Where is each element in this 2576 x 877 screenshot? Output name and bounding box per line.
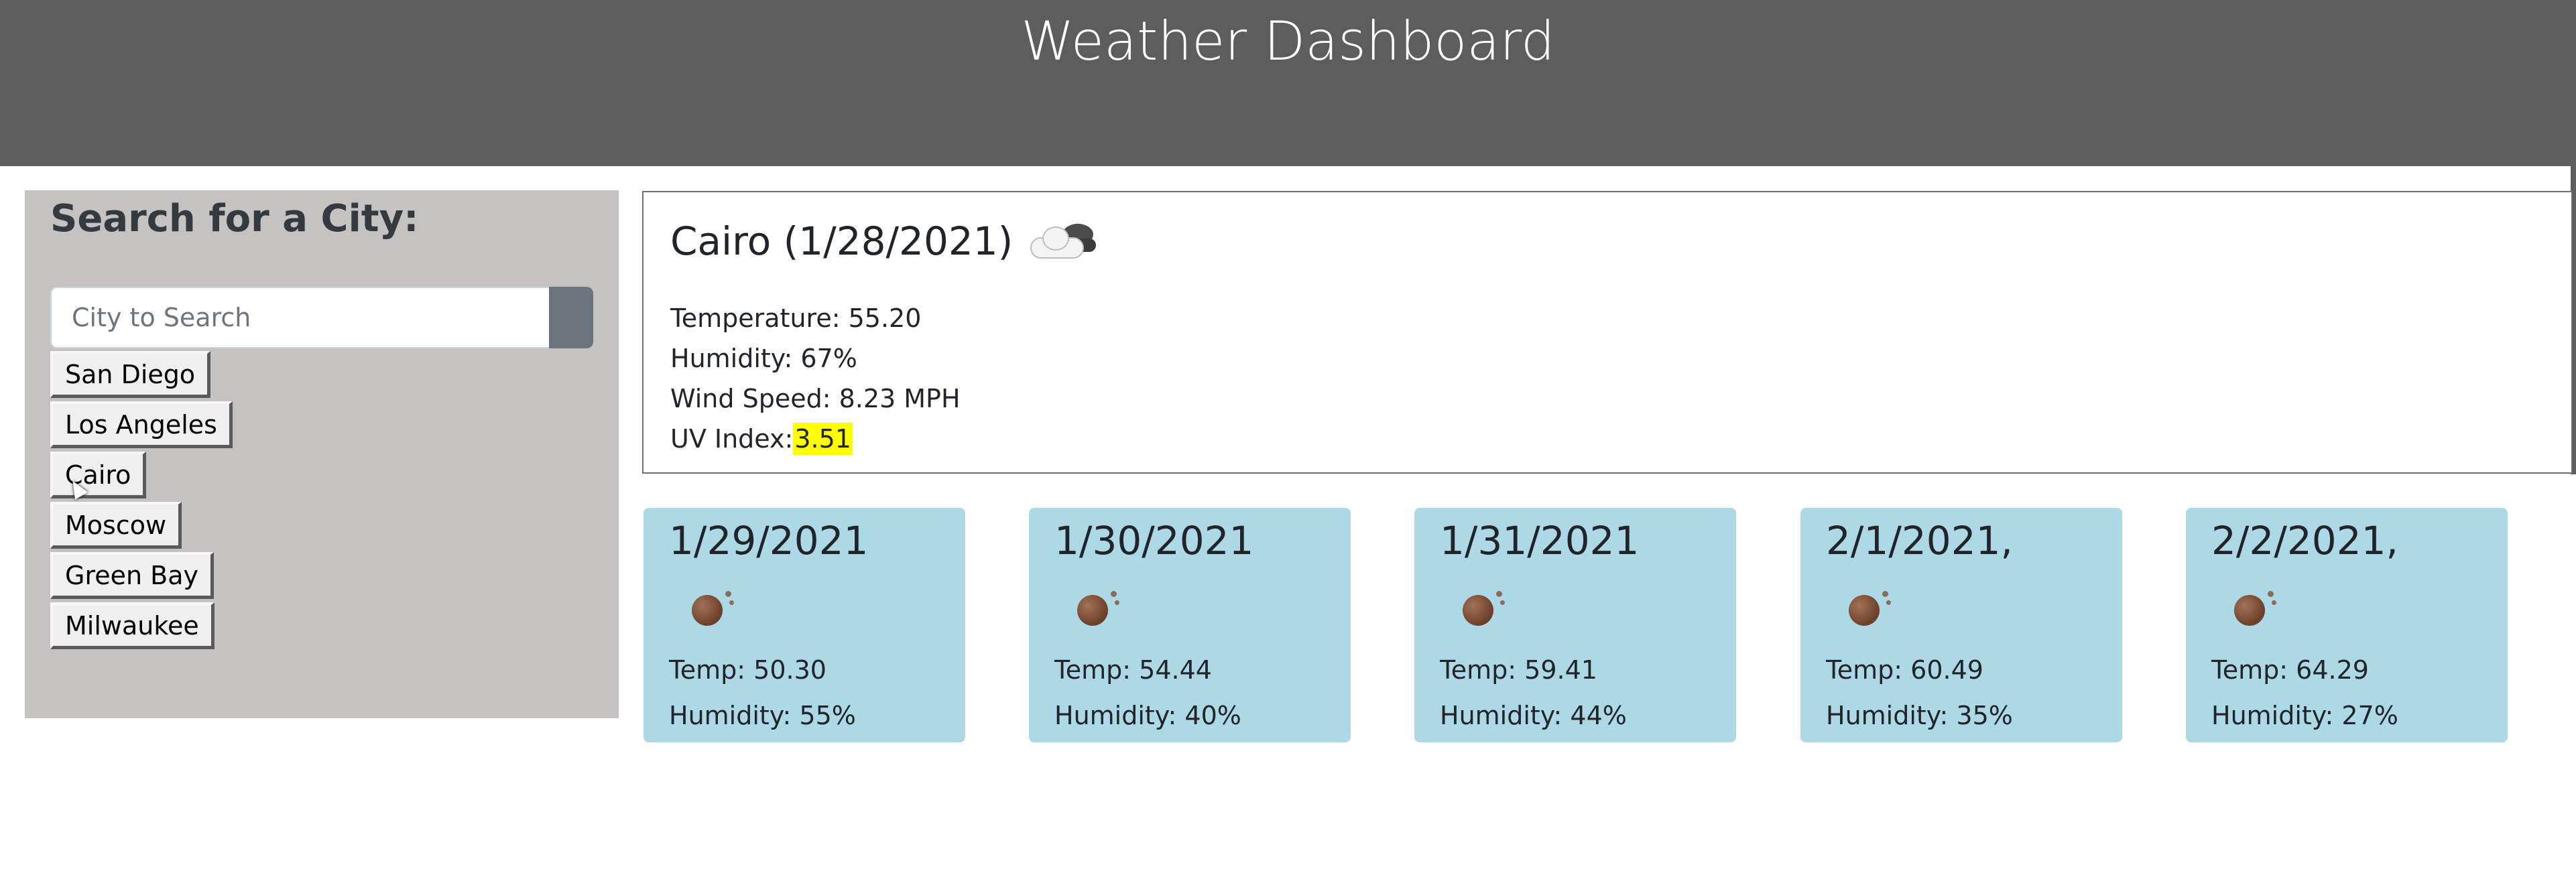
forecast-humidity: Humidity: 55% xyxy=(669,701,856,730)
history-button-milwaukee[interactable]: Milwaukee xyxy=(50,602,214,649)
forecast-date: 2/1/2021, xyxy=(1826,518,2013,563)
current-wind-speed: Wind Speed: 8.23 MPH xyxy=(670,384,961,413)
forecast-humidity: Humidity: 27% xyxy=(2211,701,2398,730)
forecast-card: 1/30/2021 Temp: 54.44 Humidity: 40% xyxy=(1029,508,1351,742)
history-button-cairo[interactable]: Cairo xyxy=(50,452,147,498)
forecast-temp: Temp: 64.29 xyxy=(2211,655,2369,685)
current-city-title: Cairo (1/28/2021) xyxy=(670,218,1014,264)
page-header: Weather Dashboard xyxy=(0,0,2576,166)
weather-icon xyxy=(1463,588,1506,628)
forecast-card: 2/1/2021, Temp: 60.49 Humidity: 35% xyxy=(1800,508,2122,742)
forecast-date: 1/30/2021 xyxy=(1054,518,1254,563)
forecast-temp: Temp: 60.49 xyxy=(1826,655,1983,685)
forecast-temp: Temp: 50.30 xyxy=(669,655,826,685)
current-humidity: Humidity: 67% xyxy=(670,344,857,373)
history-button-san-diego[interactable]: San Diego xyxy=(50,351,211,398)
history-button-moscow[interactable]: Moscow xyxy=(50,502,182,549)
history-button-los-angeles[interactable]: Los Angeles xyxy=(50,401,233,448)
partly-cloudy-night-icon xyxy=(1024,220,1097,263)
search-heading: Search for a City: xyxy=(50,197,419,241)
uv-index-label: UV Index: xyxy=(670,424,794,454)
search-history-list: San Diego Los Angeles Cairo Moscow Green… xyxy=(50,351,233,653)
city-search-input[interactable] xyxy=(50,287,549,348)
weather-icon xyxy=(2234,588,2277,628)
forecast-card: 1/29/2021 Temp: 50.30 Humidity: 55% xyxy=(643,508,965,742)
current-city-heading: Cairo (1/28/2021) xyxy=(670,215,1097,267)
page-title: Weather Dashboard xyxy=(1021,10,1555,72)
forecast-date: 1/29/2021 xyxy=(669,518,869,563)
forecast-card: 1/31/2021 Temp: 59.41 Humidity: 44% xyxy=(1414,508,1736,742)
history-button-green-bay[interactable]: Green Bay xyxy=(50,552,214,599)
current-temperature: Temperature: 55.20 xyxy=(670,303,922,333)
forecast-temp: Temp: 54.44 xyxy=(1054,655,1212,685)
weather-icon xyxy=(692,588,735,628)
search-button[interactable] xyxy=(549,287,593,348)
uv-index-value: 3.51 xyxy=(793,423,853,455)
forecast-humidity: Humidity: 44% xyxy=(1440,701,1627,730)
weather-icon xyxy=(1077,588,1120,628)
forecast-humidity: Humidity: 40% xyxy=(1054,701,1241,730)
forecast-temp: Temp: 59.41 xyxy=(1440,655,1597,685)
current-weather-card: Cairo (1/28/2021) Temperature: 55.20 Hum… xyxy=(642,191,2573,474)
current-uv-index: UV Index:3.51 xyxy=(670,420,853,458)
forecast-date: 2/2/2021, xyxy=(2211,518,2398,563)
search-sidebar: Search for a City: San Diego Los Angeles… xyxy=(25,190,619,718)
weather-icon xyxy=(1849,588,1892,628)
forecast-date: 1/31/2021 xyxy=(1440,518,1640,563)
forecast-card: 2/2/2021, Temp: 64.29 Humidity: 27% xyxy=(2186,508,2508,742)
forecast-humidity: Humidity: 35% xyxy=(1826,701,2013,730)
